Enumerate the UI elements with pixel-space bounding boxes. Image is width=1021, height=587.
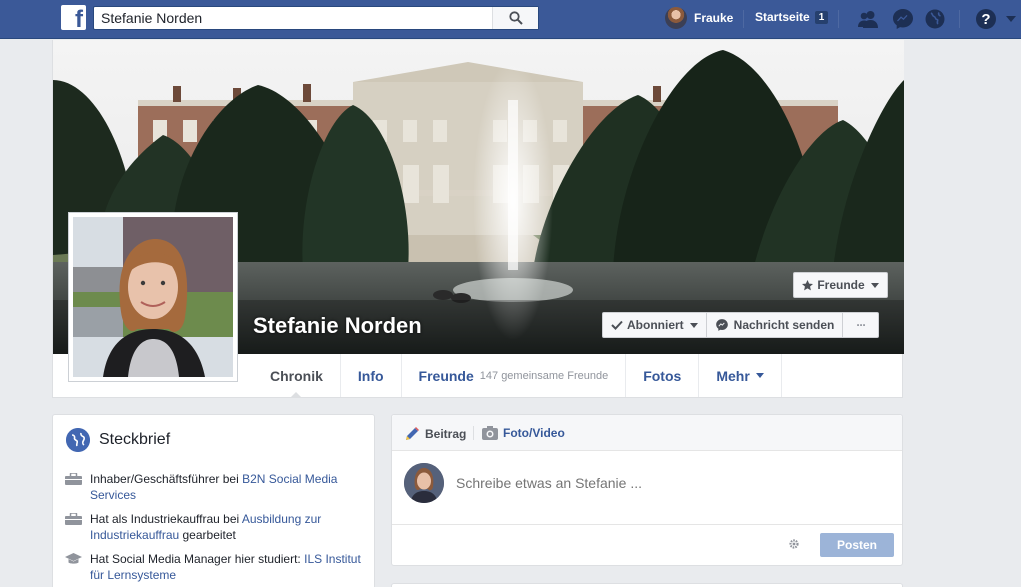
composer-tabs: Beitrag Foto/Video	[392, 415, 902, 451]
intro-item-text: Hat Social Media Manager hier studiert: …	[90, 551, 365, 583]
chevron-down-icon	[870, 282, 879, 288]
chevron-down-icon	[755, 373, 764, 378]
more-options-label: ···	[856, 318, 866, 332]
send-message-label: Nachricht senden	[733, 318, 835, 332]
composer-footer: Posten	[392, 524, 902, 566]
composer-tab-photo-video[interactable]: Foto/Video	[482, 426, 565, 440]
tab-chronik[interactable]: Chronik	[253, 354, 341, 398]
profile-tabs: Chronik Info Freunde 147 gemeinsame Freu…	[253, 354, 782, 398]
search-input[interactable]	[94, 7, 494, 29]
user-avatar	[665, 7, 687, 29]
mutual-friends-count: 147 gemeinsame Freunde	[479, 369, 609, 382]
globe-icon	[66, 428, 90, 452]
divider	[959, 10, 960, 28]
notifications-globe-icon[interactable]	[923, 7, 947, 31]
subscribed-label: Abonniert	[627, 318, 684, 332]
camera-icon	[482, 426, 498, 440]
divider	[838, 10, 839, 28]
friend-requests-icon[interactable]	[856, 7, 880, 31]
tab-freunde-label: Freunde	[418, 367, 474, 384]
intro-item-work: Inhaber/Geschäftsführer bei B2N Social M…	[65, 471, 365, 503]
intro-item-prefix: Hat Social Media Manager hier studiert:	[90, 552, 305, 566]
profile-action-buttons: Abonniert Nachricht senden ···	[602, 312, 880, 338]
search-button[interactable]	[492, 7, 538, 29]
tab-info[interactable]: Info	[341, 354, 402, 397]
account-menu-chevron-icon[interactable]	[1006, 16, 1016, 24]
tab-freunde[interactable]: Freunde 147 gemeinsame Freunde	[402, 354, 627, 397]
friends-status-label: Freunde	[817, 278, 865, 292]
briefcase-icon	[65, 473, 82, 485]
facebook-logo-icon[interactable]: f	[61, 5, 86, 32]
send-message-button[interactable]: Nachricht senden	[705, 312, 844, 338]
composer-tab-post[interactable]: Beitrag	[404, 426, 466, 442]
intro-item-work: Hat als Industriekauffrau bei Ausbildung…	[65, 511, 365, 543]
next-card	[391, 583, 903, 587]
messenger-icon[interactable]	[891, 7, 915, 31]
intro-item-suffix: gearbeitet	[179, 528, 236, 542]
intro-card: Steckbrief Inhaber/Geschäftsführer bei B…	[52, 414, 375, 587]
composer-input[interactable]	[456, 475, 876, 491]
pencil-icon	[406, 427, 419, 440]
tab-fotos-label: Fotos	[643, 367, 682, 384]
messenger-icon	[715, 319, 728, 331]
intro-item-prefix: Inhaber/Geschäftsführer bei	[90, 472, 243, 486]
intro-item-prefix: Hat als Industriekauffrau bei	[90, 512, 242, 526]
profile-name[interactable]: Stefanie Norden	[253, 313, 422, 339]
help-icon[interactable]: ?	[974, 7, 998, 31]
star-icon	[802, 279, 814, 290]
graduation-cap-icon	[65, 553, 82, 564]
briefcase-icon	[65, 513, 82, 525]
intro-item-text: Inhaber/Geschäftsführer bei B2N Social M…	[90, 471, 365, 503]
home-link[interactable]: Startseite 1	[755, 10, 829, 24]
search-icon	[509, 11, 523, 25]
home-count-badge: 1	[814, 10, 829, 24]
post-composer: Beitrag Foto/Video Posten	[391, 414, 903, 566]
gear-icon[interactable]	[788, 538, 800, 550]
intro-item-text: Hat als Industriekauffrau bei Ausbildung…	[90, 511, 365, 543]
search-box	[93, 6, 539, 30]
divider	[743, 10, 744, 28]
profile-picture[interactable]	[68, 212, 238, 382]
profile-header: Stefanie Norden Freunde Abonniert Nachri…	[52, 40, 904, 398]
composer-avatar	[404, 463, 444, 503]
post-button[interactable]: Posten	[820, 533, 894, 557]
user-name: Frauke	[694, 11, 734, 25]
tab-mehr[interactable]: Mehr	[699, 354, 782, 397]
more-options-button[interactable]: ···	[842, 312, 880, 338]
chevron-down-icon	[689, 322, 698, 328]
top-navigation-bar: f Frauke Startseite 1 ?	[0, 0, 1021, 39]
composer-tab-post-label: Beitrag	[425, 427, 467, 441]
intro-header: Steckbrief	[66, 428, 170, 452]
tab-chronik-label: Chronik	[270, 367, 323, 384]
intro-item-education: Hat Social Media Manager hier studiert: …	[65, 551, 365, 583]
check-icon	[611, 320, 623, 330]
composer-tab-photo-label: Foto/Video	[503, 426, 565, 440]
svg-text:?: ?	[981, 11, 990, 28]
home-label: Startseite	[755, 10, 810, 24]
divider	[473, 426, 474, 440]
friends-status-button[interactable]: Freunde	[793, 272, 888, 298]
tab-mehr-label: Mehr	[716, 367, 750, 384]
intro-title: Steckbrief	[99, 431, 171, 448]
top-user-profile-link[interactable]: Frauke	[665, 6, 733, 30]
subscribed-button[interactable]: Abonniert	[602, 312, 707, 338]
tab-info-label: Info	[357, 367, 384, 384]
tab-fotos[interactable]: Fotos	[626, 354, 700, 397]
